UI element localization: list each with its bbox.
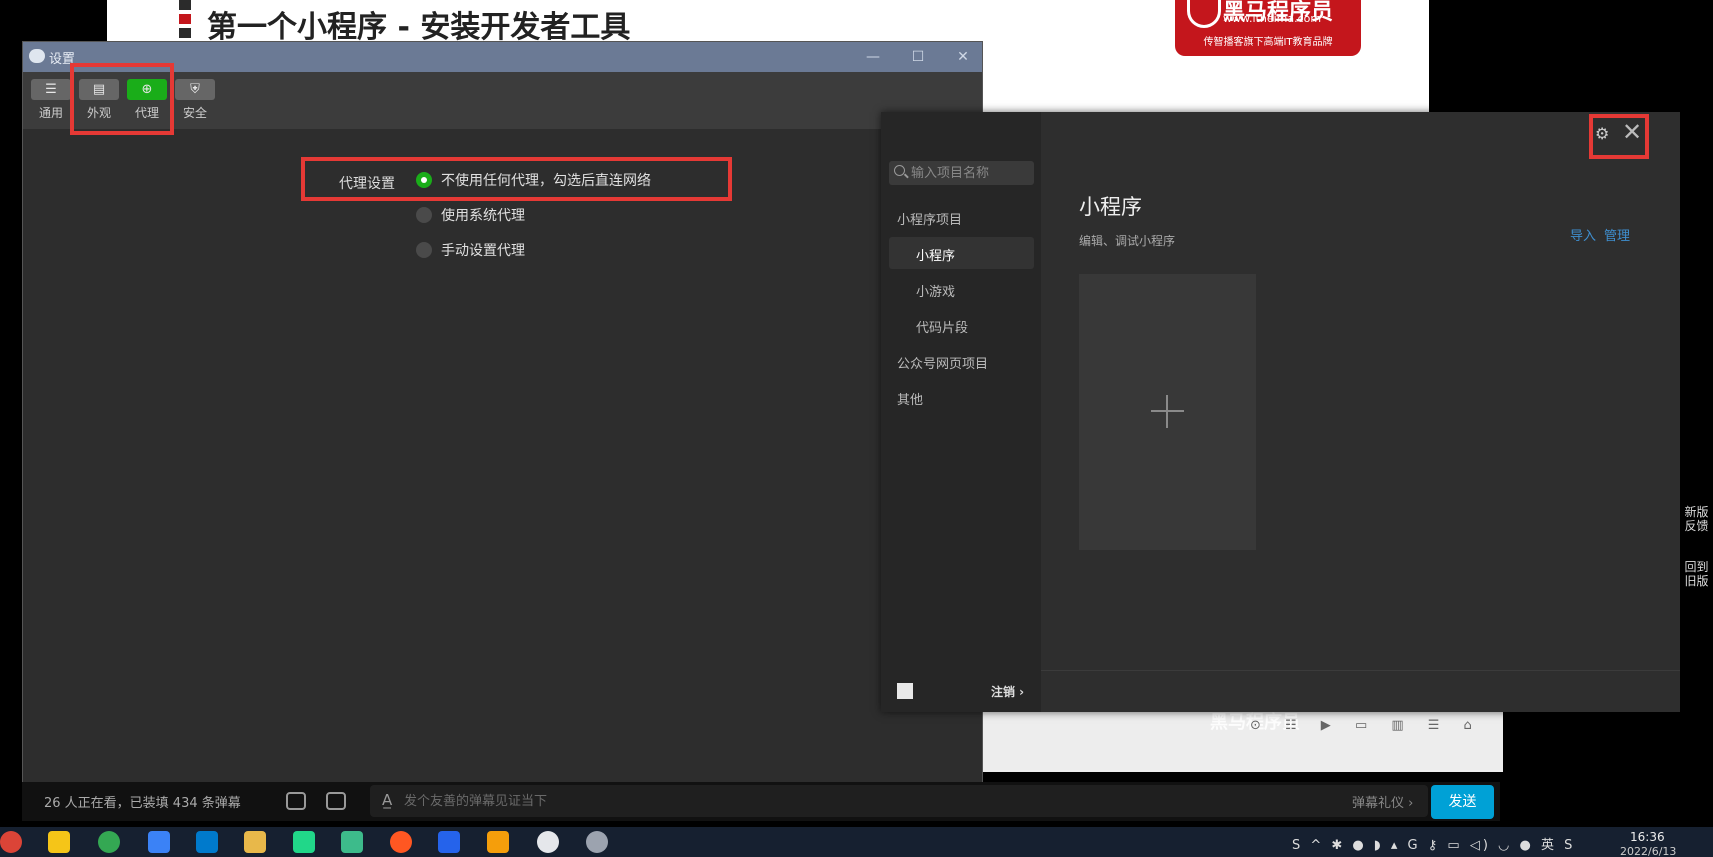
nav-miniprogram-projects[interactable]: 小程序项目: [897, 209, 962, 228]
minimize-button[interactable]: —: [853, 44, 893, 70]
nav-code-snippet[interactable]: 代码片段: [916, 317, 968, 336]
search-icon: [894, 165, 905, 176]
taskbar: S ^ ✱ ● ◗ ▴ G ⚷ ▭ ◁) ◡ ● 英 S 16:36 2022/…: [0, 827, 1713, 857]
section-title: 小程序: [1079, 195, 1142, 219]
video-controls[interactable]: ⊙ ☷ ▶ ▭ ▥ ☰ ⌂: [1250, 718, 1500, 736]
new-version-feedback-button[interactable]: 新版反馈: [1680, 505, 1713, 533]
nav-minigame[interactable]: 小游戏: [916, 281, 955, 300]
sliders-icon: ☰: [31, 79, 71, 100]
brand-slogan: 传智播客旗下高端IT教育品牌: [1203, 37, 1333, 48]
vscode-icon[interactable]: [196, 831, 218, 853]
settings-gear-icon[interactable]: [537, 831, 559, 853]
clock-date[interactable]: 2022/6/13: [1620, 845, 1676, 857]
tab-label: 通用: [38, 106, 63, 120]
shield-app-icon[interactable]: [487, 831, 509, 853]
slide-title: 第一个小程序 - 安装开发者工具: [207, 10, 631, 45]
orange-app-icon[interactable]: [390, 831, 412, 853]
datagrip-icon[interactable]: [341, 831, 363, 853]
slide-bullet-marks: [179, 0, 191, 42]
section-description: 编辑、调试小程序: [1079, 234, 1176, 248]
manage-link[interactable]: 管理: [1604, 225, 1630, 244]
avatar[interactable]: [897, 683, 913, 699]
danmaku-etiquette-link[interactable]: 弹幕礼仪 ›: [1352, 792, 1413, 811]
project-search-input[interactable]: [911, 161, 1031, 185]
danmaku-bar: 26 人正在看，已装填 434 条弹幕 A̲ 弹幕礼仪 › 发送: [22, 782, 1500, 821]
plus-icon-vertical: [1166, 395, 1168, 428]
nav-other[interactable]: 其他: [897, 389, 923, 408]
return-old-version-button[interactable]: 回到旧版: [1680, 560, 1713, 588]
wechat-devtools-app-icon: [29, 49, 45, 63]
notes-app-icon[interactable]: [48, 831, 70, 853]
nav-miniprogram[interactable]: 小程序: [916, 245, 955, 264]
send-button[interactable]: 发送: [1431, 785, 1494, 819]
file-explorer-icon[interactable]: [244, 831, 266, 853]
maximize-button[interactable]: ☐: [898, 44, 938, 70]
webstorm-icon[interactable]: [293, 831, 315, 853]
project-manager-window: 小程序项目 小程序 小游戏 代码片段 公众号网页项目 其他 注销 › ⚙ ✕ 小…: [881, 112, 1680, 712]
proxy-option-label: 使用系统代理: [441, 208, 525, 224]
highlight-appearance-proxy-tabs: [70, 63, 174, 135]
tab-general[interactable]: ☰ 通用: [29, 79, 73, 121]
settings-window: 设置 — ☐ ✕ ☰ 通用 ▤ 外观 ⊕ 代理 ⛨ 安全 代理设置 不使用任何代…: [22, 41, 983, 791]
project-sidebar: 小程序项目 小程序 小游戏 代码片段 公众号网页项目 其他 注销 ›: [881, 112, 1041, 712]
project-search[interactable]: [889, 161, 1034, 185]
new-project-button[interactable]: [1079, 274, 1256, 550]
nav-webpage-projects[interactable]: 公众号网页项目: [897, 353, 988, 372]
import-link[interactable]: 导入: [1570, 225, 1596, 244]
logout-button[interactable]: 注销 ›: [991, 683, 1024, 700]
chrome-icon[interactable]: [0, 831, 22, 853]
proxy-option-system[interactable]: 使用系统代理: [416, 206, 525, 226]
danmaku-settings-icon[interactable]: [326, 792, 346, 810]
danmaku-toggle-icon[interactable]: [286, 792, 306, 810]
close-button[interactable]: ✕: [943, 44, 983, 70]
wechat-devtools-icon[interactable]: [586, 831, 608, 853]
font-style-icon[interactable]: A̲: [382, 791, 392, 809]
system-tray[interactable]: S ^ ✱ ● ◗ ▴ G ⚷ ▭ ◁) ◡ ● 英 S: [1292, 834, 1575, 853]
radio-icon[interactable]: [416, 242, 432, 258]
danmaku-input[interactable]: [404, 785, 1224, 817]
highlight-proxy-option: [301, 157, 732, 201]
footer-divider: [1041, 670, 1680, 671]
edit-app-icon[interactable]: [148, 831, 170, 853]
viewer-count: 26 人正在看，已装填 434 条弹幕: [44, 796, 241, 811]
clock-time[interactable]: 16:36: [1630, 830, 1665, 844]
brand-logo-icon: [1187, 0, 1221, 28]
highlight-gear-button: [1589, 114, 1649, 159]
proxy-option-manual[interactable]: 手动设置代理: [416, 241, 525, 261]
tab-security[interactable]: ⛨ 安全: [173, 79, 217, 121]
green-app-icon[interactable]: [98, 831, 120, 853]
tab-label: 安全: [182, 106, 207, 120]
brand-logo-badge: 黑马程序员 www.itheima.com 传智播客旗下高端IT教育品牌: [1175, 0, 1361, 56]
danmaku-input-box[interactable]: A̲: [370, 785, 1428, 817]
radio-icon[interactable]: [416, 207, 432, 223]
shield-icon: ⛨: [175, 79, 215, 100]
proxy-option-label: 手动设置代理: [441, 243, 525, 259]
nav-active-highlight: [889, 237, 1034, 269]
phone-app-icon[interactable]: [438, 831, 460, 853]
brand-url: www.itheima.com: [1223, 12, 1322, 25]
